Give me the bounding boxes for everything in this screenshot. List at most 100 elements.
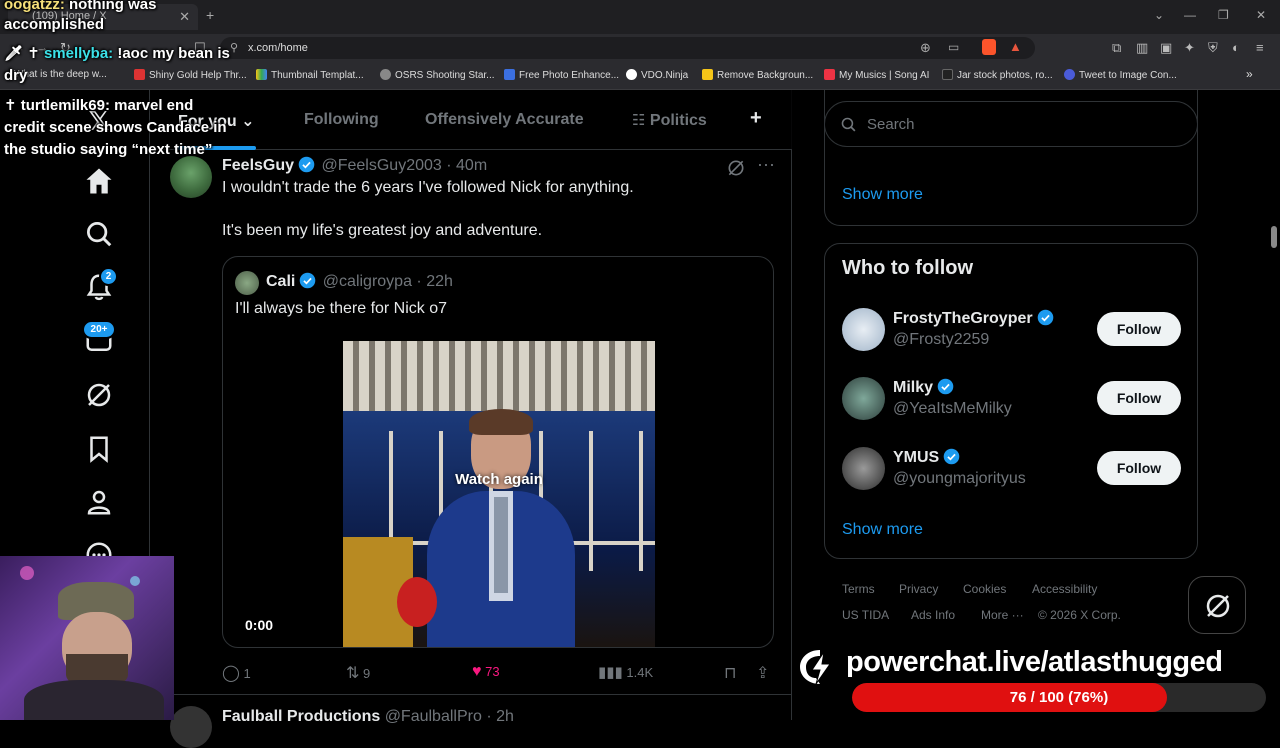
bookmark-item[interactable]: Jar stock photos, ro... xyxy=(942,69,1053,81)
suggestion-avatar[interactable] xyxy=(842,377,885,420)
author-handle[interactable]: @FeelsGuy2003 xyxy=(321,157,441,174)
more-bookmarks-icon[interactable]: » xyxy=(1246,67,1253,81)
bookmark-item[interactable]: Tweet to Image Con... xyxy=(1064,69,1177,81)
views-button[interactable]: ▮▮▮ 1.4K xyxy=(598,663,653,681)
follow-button[interactable]: Follow xyxy=(1097,312,1181,346)
tweet-time[interactable]: · 40m xyxy=(446,157,487,174)
follow-button[interactable]: Follow xyxy=(1097,381,1181,415)
next-tweet-avatar[interactable] xyxy=(170,706,212,748)
quoted-tweet-time[interactable]: · 22h xyxy=(416,273,452,290)
footer-accessibility[interactable]: Accessibility xyxy=(1032,582,1097,596)
verified-icon xyxy=(1037,309,1053,326)
author-name[interactable]: FeelsGuy xyxy=(222,157,294,174)
cast-icon[interactable]: ▭ xyxy=(948,40,959,54)
zoom-icon[interactable]: ⊕ xyxy=(920,40,931,56)
quoted-author-name[interactable]: Cali xyxy=(266,273,295,290)
footer-cookies[interactable]: Cookies xyxy=(963,582,1006,596)
tab-following[interactable]: Following xyxy=(304,111,379,129)
footer-ads-info[interactable]: Ads Info xyxy=(911,608,955,622)
maximize-icon[interactable]: ❐ xyxy=(1218,8,1229,22)
chat-message: ✝ turtlemilk69: marvel end xyxy=(4,97,194,114)
reply-button[interactable]: ◯ 1 xyxy=(222,663,251,683)
tweet-header: FeelsGuy @FeelsGuy2003 · 40m xyxy=(222,156,487,175)
bookmark-item[interactable]: VDO.Ninja xyxy=(626,69,688,81)
footer-tida[interactable]: US TIDA xyxy=(842,608,889,622)
powerchat-progress-bar: 76 / 100 (76%) xyxy=(852,683,1266,712)
list-icon: ☷ xyxy=(632,112,646,129)
footer-more[interactable]: More ··· xyxy=(981,608,1024,622)
tab-list-icon[interactable]: ⌄ xyxy=(1154,8,1164,22)
sidebar-icon[interactable]: ▥ xyxy=(1136,40,1148,56)
vpn-icon[interactable]: ⛨ xyxy=(1208,40,1218,56)
search-placeholder: Search xyxy=(867,116,915,133)
like-button[interactable]: ♥ 73 xyxy=(472,663,500,681)
share-icon[interactable]: ⇪ xyxy=(756,663,769,683)
search-icon[interactable] xyxy=(84,219,114,249)
chat-message: dry xyxy=(4,67,28,84)
follow-button[interactable]: Follow xyxy=(1097,451,1181,485)
suggestion-name[interactable]: Milky xyxy=(893,378,956,397)
repost-button[interactable]: ⇅ 9 xyxy=(346,663,370,683)
studio-ceiling xyxy=(343,341,655,411)
next-tweet-header: Faulball Productions @FaulballPro · 2h xyxy=(222,708,514,725)
chevron-down-icon: ⌄ xyxy=(241,113,255,130)
streamer-shirt xyxy=(24,680,164,720)
quoted-tweet[interactable]: Cali @caligroypa · 22h I'll always be th… xyxy=(222,256,774,648)
suggestion-avatar[interactable] xyxy=(842,447,885,490)
suggestion-avatar[interactable] xyxy=(842,308,885,351)
window-close-icon[interactable]: ✕ xyxy=(1256,8,1266,22)
site-info-icon[interactable]: ⚲ xyxy=(230,41,238,54)
tab-close-icon[interactable]: ✕ xyxy=(179,9,190,25)
grok-floating-button[interactable] xyxy=(1188,576,1246,634)
profile-icon[interactable] xyxy=(84,487,114,517)
verified-icon xyxy=(298,156,315,173)
profile-icon[interactable]: ◐ xyxy=(1232,40,1240,55)
suggestion-handle[interactable]: @Frosty2259 xyxy=(893,331,989,349)
footer-terms[interactable]: Terms xyxy=(842,582,875,596)
tab-offensively-accurate[interactable]: Offensively Accurate xyxy=(425,111,584,129)
menu-icon[interactable]: ≡ xyxy=(1256,40,1264,55)
bookmark-icon[interactable]: ⊓ xyxy=(724,663,736,683)
scrollbar-thumb[interactable] xyxy=(1271,226,1277,248)
video-player[interactable]: Watch again xyxy=(343,341,655,647)
bookmark-item[interactable]: Thumbnail Templat... xyxy=(256,69,364,81)
powerchat-banner: powerchat.live/atlasthugged xyxy=(798,646,1276,686)
quoted-author-handle[interactable]: @caligroypa xyxy=(323,273,412,290)
bookmarks-icon[interactable] xyxy=(84,434,114,464)
new-tab-icon[interactable]: + xyxy=(206,7,214,23)
leo-ai-icon[interactable]: ✦ xyxy=(1184,40,1195,56)
search-box[interactable]: Search xyxy=(824,101,1198,147)
bookmark-item[interactable]: What is the deep w... xyxy=(14,69,107,80)
minimize-icon[interactable]: — xyxy=(1184,8,1196,22)
bookmark-item[interactable]: Free Photo Enhance... xyxy=(504,69,619,81)
suggestion-handle[interactable]: @YeaItsMeMilky xyxy=(893,400,1012,418)
quoted-header: Cali @caligroypa · 22h xyxy=(266,272,453,291)
grok-icon[interactable] xyxy=(726,158,746,178)
show-more-link[interactable]: Show more xyxy=(842,186,923,204)
bookmark-item[interactable]: OSRS Shooting Star... xyxy=(380,69,495,81)
show-more-link[interactable]: Show more xyxy=(842,521,923,539)
extensions-icon[interactable]: ⧉ xyxy=(1112,40,1121,56)
page-scrollbar[interactable] xyxy=(1268,90,1280,720)
home-icon[interactable] xyxy=(84,166,114,196)
brave-rewards-icon[interactable]: ▲ xyxy=(1009,39,1022,54)
wallet-icon[interactable]: ▣ xyxy=(1160,40,1172,56)
bookmark-item[interactable]: Shiny Gold Help Thr... xyxy=(134,69,247,81)
avatar[interactable] xyxy=(170,156,212,198)
suggestion-name[interactable]: YMUS xyxy=(893,448,962,467)
footer-privacy[interactable]: Privacy xyxy=(899,582,938,596)
suggestion-handle[interactable]: @youngmajorityus xyxy=(893,470,1026,488)
grok-icon[interactable] xyxy=(84,380,114,410)
more-options-icon[interactable]: ··· xyxy=(757,154,775,175)
tab-politics[interactable]: ☷ Politics xyxy=(632,111,707,130)
address-bar[interactable]: ⚲ x.com/home ⊕ ▭ ▲ xyxy=(220,37,1035,59)
watch-again-label[interactable]: Watch again xyxy=(343,471,655,488)
grok-icon xyxy=(1206,594,1230,618)
suggestion-name[interactable]: FrostyTheGroyper xyxy=(893,309,1056,328)
brave-shield-icon[interactable] xyxy=(982,39,996,55)
add-tab-icon[interactable]: + xyxy=(750,107,762,130)
bookmark-item[interactable]: Remove Backgroun... xyxy=(702,69,813,81)
browser-tab-bar: (109) Home / X ✕ + ⌄ — ❐ ✕ xyxy=(0,0,1280,34)
bookmark-item[interactable]: My Musics | Song AI xyxy=(824,69,929,81)
quoted-avatar[interactable] xyxy=(235,271,259,295)
